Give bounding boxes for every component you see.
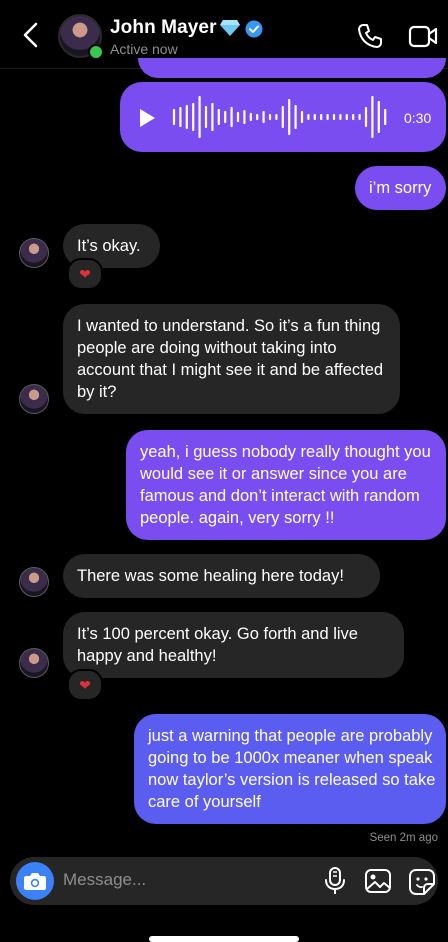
- voice-message[interactable]: 0:30: [120, 82, 446, 152]
- sender-avatar[interactable]: [19, 384, 49, 414]
- gallery-icon[interactable]: [364, 868, 392, 894]
- message-bubble-out-partial[interactable]: [138, 58, 446, 78]
- message-input[interactable]: Message...: [63, 870, 146, 890]
- sender-avatar[interactable]: [19, 567, 49, 597]
- back-arrow-icon[interactable]: [20, 20, 44, 50]
- message-text: There was some healing here today!: [77, 567, 344, 585]
- camera-icon: [24, 873, 46, 890]
- message-text: It’s okay.: [77, 237, 141, 255]
- sender-avatar[interactable]: [19, 648, 49, 678]
- diamond-icon: [220, 20, 240, 36]
- message-bubble-out[interactable]: just a warning that people are probably …: [134, 714, 446, 824]
- message-bubble-out[interactable]: yeah, i guess nobody really thought you …: [126, 430, 446, 540]
- message-text: yeah, i guess nobody really thought you …: [140, 443, 431, 527]
- microphone-icon[interactable]: [323, 866, 347, 896]
- message-text: It’s 100 percent okay. Go forth and live…: [77, 625, 358, 665]
- message-bubble-out[interactable]: i’m sorry: [355, 166, 446, 210]
- waveform: [172, 95, 387, 139]
- active-status: Active now: [110, 41, 178, 57]
- seen-status: Seen 2m ago: [369, 832, 438, 844]
- heart-reaction[interactable]: ❤: [67, 669, 103, 701]
- play-icon[interactable]: [138, 108, 156, 128]
- message-bubble-in[interactable]: It’s 100 percent okay. Go forth and live…: [63, 612, 404, 678]
- voice-duration: 0:30: [404, 110, 432, 126]
- heart-reaction[interactable]: ❤: [67, 258, 103, 290]
- online-indicator: [88, 44, 104, 60]
- phone-icon[interactable]: [356, 22, 384, 50]
- message-text: i’m sorry: [369, 179, 432, 197]
- camera-button[interactable]: [16, 862, 54, 900]
- home-indicator: [149, 936, 299, 942]
- contact-name[interactable]: John Mayer: [110, 17, 217, 39]
- video-call-icon[interactable]: [408, 22, 438, 50]
- sticker-icon[interactable]: [408, 868, 436, 896]
- message-text: just a warning that people are probably …: [148, 727, 436, 811]
- message-bubble-in[interactable]: There was some healing here today!: [63, 554, 380, 598]
- message-bubble-in[interactable]: I wanted to understand. So it’s a fun th…: [63, 304, 400, 414]
- message-text: I wanted to understand. So it’s a fun th…: [77, 317, 384, 401]
- verified-badge-icon: [245, 20, 263, 38]
- sender-avatar[interactable]: [19, 238, 49, 268]
